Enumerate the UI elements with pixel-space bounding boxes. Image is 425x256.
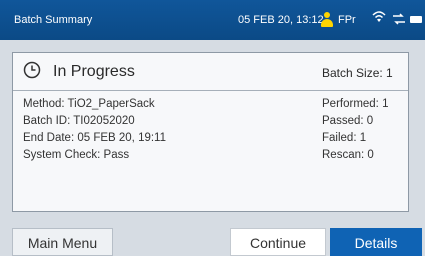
batch-size: Batch Size: 1	[322, 66, 393, 80]
passed-count: Passed: 0	[322, 115, 374, 127]
user-icon[interactable]	[321, 12, 333, 28]
batch-id-row: Batch ID: TI02052020	[23, 115, 135, 127]
user-icon-body	[321, 19, 333, 27]
rescan-count: Rescan: 0	[322, 149, 374, 161]
system-check-row: System Check: Pass	[23, 149, 130, 161]
main-menu-button[interactable]: Main Menu	[12, 228, 113, 256]
network-icon[interactable]	[392, 13, 406, 25]
performed-count: Performed: 1	[322, 98, 389, 110]
method-row: Method: TiO2_PaperSack	[23, 98, 155, 110]
date-time: 05 FEB 20, 13:12	[238, 14, 324, 26]
failed-count: Failed: 1	[322, 132, 367, 144]
status-bar: Batch Summary 05 FEB 20, 13:12 FPr	[0, 0, 425, 40]
status-title: In Progress	[53, 63, 135, 80]
clock-icon	[23, 61, 41, 79]
card-header: In Progress Batch Size: 1	[13, 53, 408, 91]
screen-title: Batch Summary	[14, 14, 93, 26]
batch-counts: Performed: 1 Passed: 0 Failed: 1 Rescan:…	[322, 96, 388, 164]
details-button[interactable]: Details	[330, 228, 422, 256]
user-icon-head	[324, 12, 330, 18]
end-date-row: End Date: 05 FEB 20, 19:11	[23, 132, 166, 144]
batch-summary-screen: Batch Summary 05 FEB 20, 13:12 FPr In Pr…	[0, 0, 425, 256]
battery-icon	[410, 16, 422, 23]
user-name[interactable]: FPr	[338, 14, 356, 26]
wifi-icon[interactable]	[372, 10, 386, 24]
batch-details: Method: TiO2_PaperSack Batch ID: TI02052…	[23, 96, 166, 164]
continue-button[interactable]: Continue	[230, 228, 326, 256]
batch-status-card: In Progress Batch Size: 1 Method: TiO2_P…	[12, 52, 409, 212]
